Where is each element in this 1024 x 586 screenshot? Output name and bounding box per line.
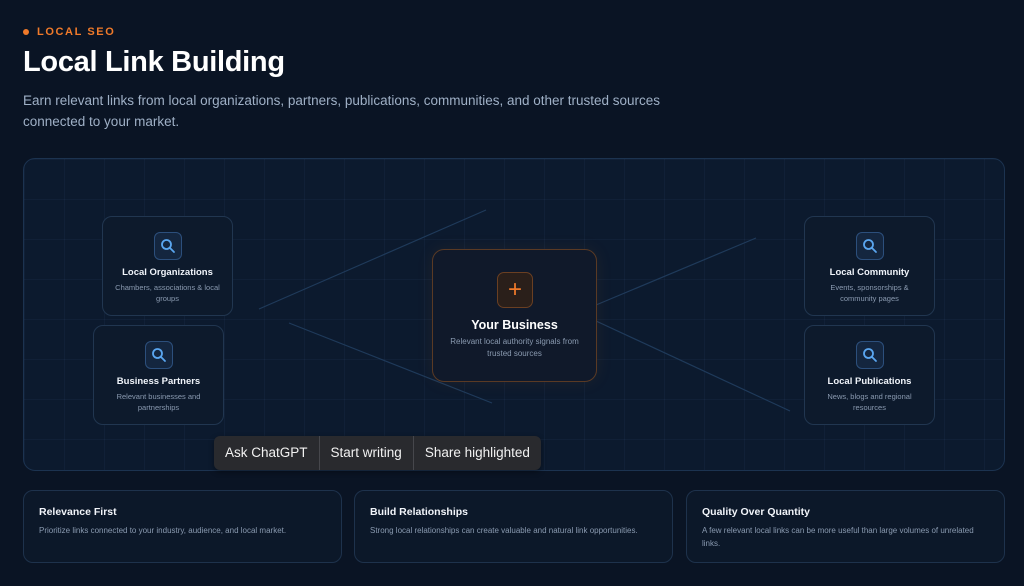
center-desc: Relevant local authority signals from tr…	[450, 337, 579, 358]
eyebrow: LOCAL SEO	[23, 26, 115, 38]
card-title: Relevance First	[39, 506, 117, 518]
node-local-publications: Local Publications News, blogs and regio…	[804, 325, 935, 425]
card-title: Build Relationships	[370, 506, 469, 518]
connector-line	[595, 237, 757, 306]
card-relevance-first: Relevance First Prioritize links connect…	[23, 490, 342, 563]
node-title: Local Publications	[827, 376, 912, 387]
search-icon	[856, 232, 884, 260]
plus-icon: +	[497, 272, 533, 308]
card-title: Quality Over Quantity	[702, 506, 810, 518]
node-desc: Events, sponsorships & community pages	[830, 283, 909, 303]
node-business-partners: Business Partners Relevant businesses an…	[93, 325, 224, 425]
start-writing-button[interactable]: Start writing	[320, 436, 414, 470]
search-icon	[145, 341, 173, 369]
node-title: Local Organizations	[122, 267, 213, 278]
center-title: Your Business	[471, 318, 558, 332]
page-subtitle: Earn relevant links from local organizat…	[23, 93, 661, 129]
card-desc: Strong local relationships can create va…	[370, 526, 638, 535]
node-local-organizations: Local Organizations Chambers, associatio…	[102, 216, 233, 316]
eyebrow-label: LOCAL SEO	[37, 26, 116, 38]
link-diagram: Local Organizations Chambers, associatio…	[23, 158, 1005, 471]
node-desc: News, blogs and regional resources	[827, 392, 912, 412]
search-icon	[154, 232, 182, 260]
card-quality-over-quantity: Quality Over Quantity A few relevant loc…	[686, 490, 1005, 563]
node-local-community: Local Community Events, sponsorships & c…	[804, 216, 935, 316]
accent-dot-icon	[23, 29, 29, 35]
node-desc: Relevant businesses and partnerships	[116, 392, 201, 412]
page-title: Local Link Building	[23, 46, 285, 78]
ask-chatgpt-button[interactable]: Ask ChatGPT	[214, 436, 320, 470]
card-desc: Prioritize links connected to your indus…	[39, 526, 287, 535]
card-desc: A few relevant local links can be more u…	[702, 526, 974, 548]
search-icon	[856, 341, 884, 369]
connector-line	[595, 320, 791, 412]
node-title: Business Partners	[116, 376, 201, 387]
share-highlighted-button[interactable]: Share highlighted	[414, 436, 541, 470]
selection-popup: Ask ChatGPT Start writing Share highligh…	[214, 436, 541, 470]
card-build-relationships: Build Relationships Strong local relatio…	[354, 490, 673, 563]
center-node-your-business: + Your Business Relevant local authority…	[432, 249, 597, 382]
node-title: Local Community	[829, 267, 910, 278]
node-desc: Chambers, associations & local groups	[115, 283, 220, 303]
